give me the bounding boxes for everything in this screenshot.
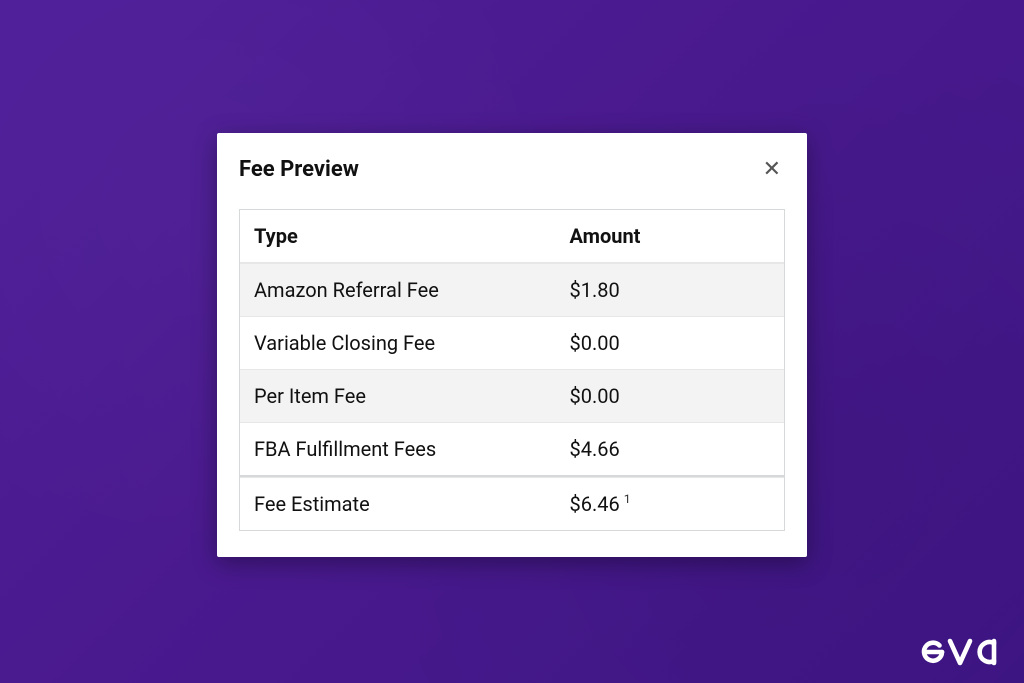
table-row: Variable Closing Fee $0.00 xyxy=(240,316,784,369)
table-row: Per Item Fee $0.00 xyxy=(240,369,784,422)
fee-amount-value: $4.66 xyxy=(556,422,784,475)
fee-type-label: Variable Closing Fee xyxy=(240,316,556,369)
column-header-amount: Amount xyxy=(556,210,784,263)
table-row: Amazon Referral Fee $1.80 xyxy=(240,263,784,316)
fee-type-label: Amazon Referral Fee xyxy=(240,263,556,316)
fee-estimate-value: $6.46 1 xyxy=(556,477,784,530)
close-icon[interactable]: ✕ xyxy=(759,157,785,183)
fee-amount-value: $0.00 xyxy=(556,316,784,369)
fee-amount-value: $0.00 xyxy=(556,369,784,422)
fee-table: Type Amount Amazon Referral Fee $1.80 Va… xyxy=(239,209,785,531)
fee-estimate-amount: $6.46 xyxy=(570,492,620,516)
modal-header: Fee Preview ✕ xyxy=(239,157,785,183)
eva-logo-icon xyxy=(920,631,1006,671)
brand-logo xyxy=(920,631,1006,671)
modal-title: Fee Preview xyxy=(239,157,359,182)
table-row-subtotal: FBA Fulfillment Fees $4.66 xyxy=(240,422,784,475)
column-header-type: Type xyxy=(240,210,556,263)
table-row-estimate: Fee Estimate $6.46 1 xyxy=(240,477,784,530)
fee-type-label: Per Item Fee xyxy=(240,369,556,422)
footnote-marker: 1 xyxy=(624,492,631,507)
fee-preview-modal: Fee Preview ✕ Type Amount Amazon Referra… xyxy=(217,133,807,557)
fee-estimate-label: Fee Estimate xyxy=(240,477,556,530)
fee-type-label: FBA Fulfillment Fees xyxy=(240,422,556,475)
fee-amount-value: $1.80 xyxy=(556,263,784,316)
table-header-row: Type Amount xyxy=(240,210,784,263)
